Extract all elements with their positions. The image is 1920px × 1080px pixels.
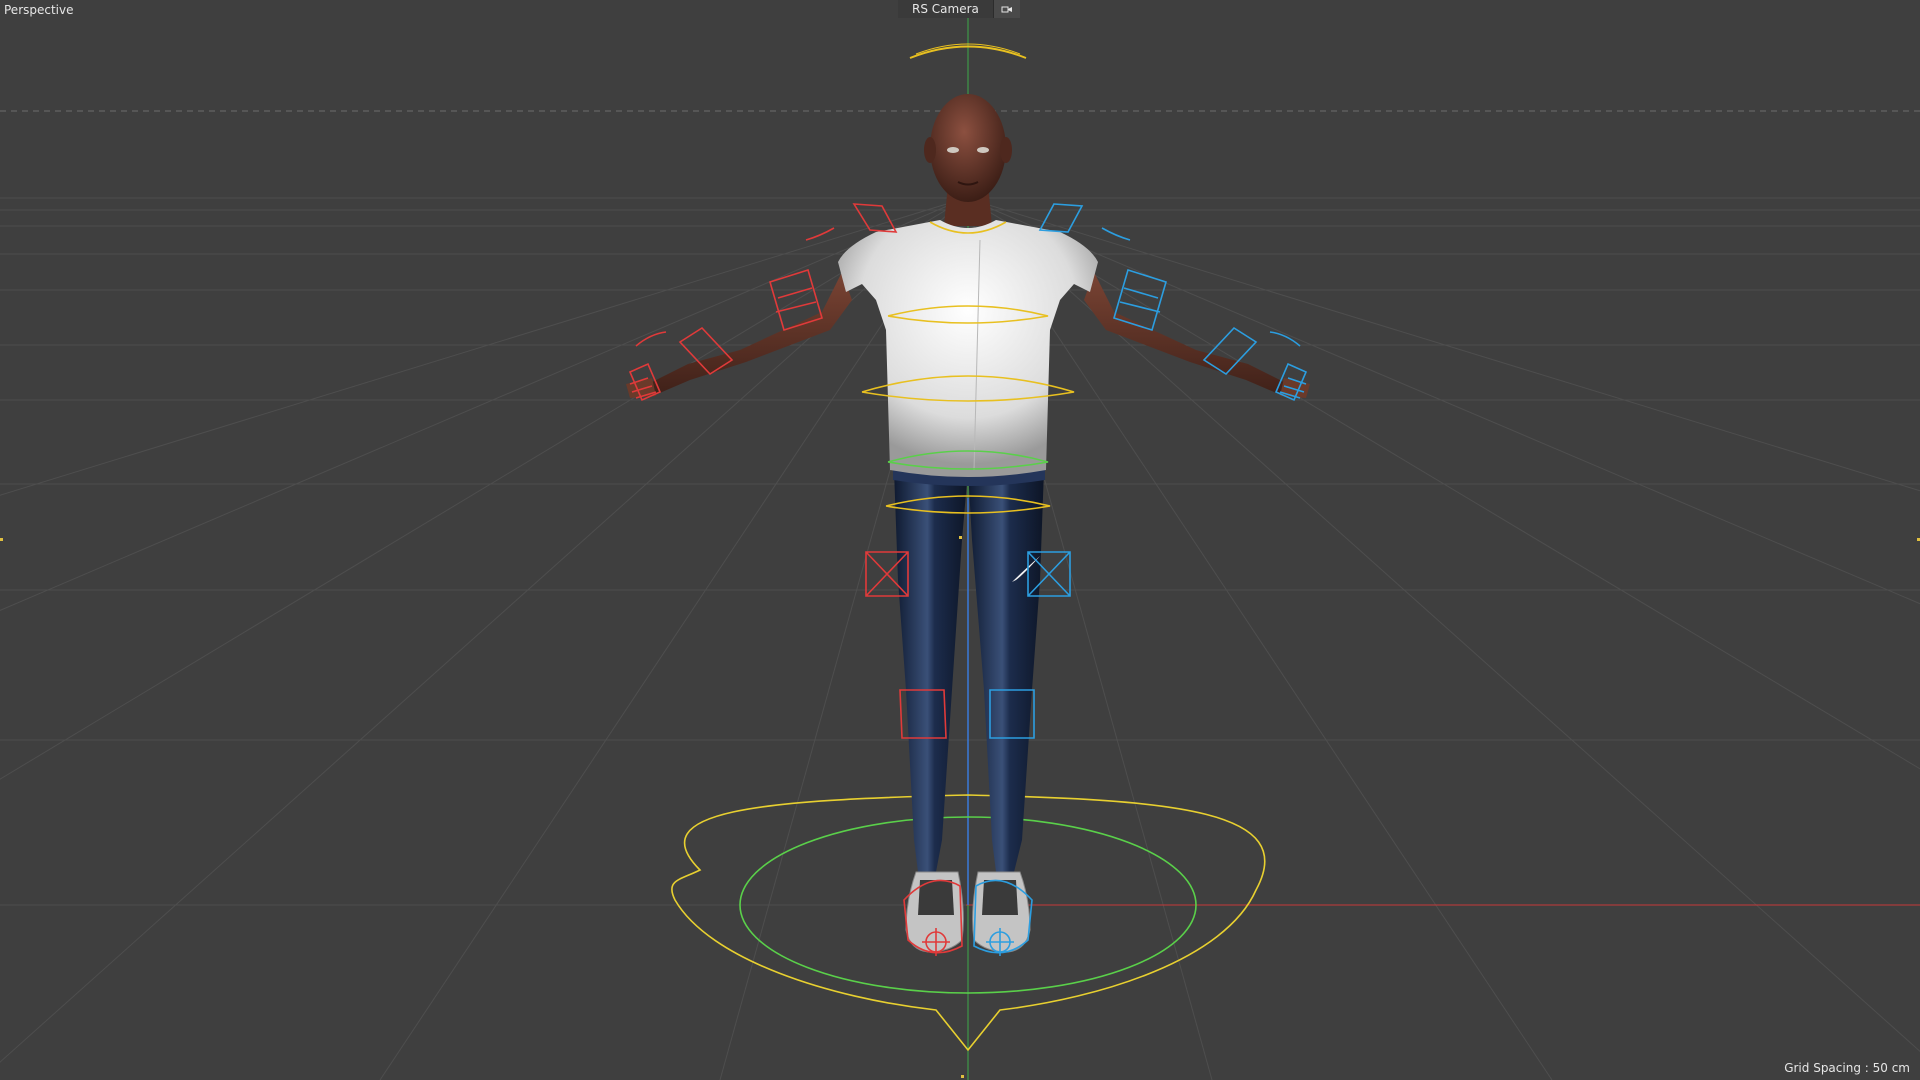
camera-options-button[interactable] [992, 0, 1020, 18]
pelvis-pivot-marker [959, 536, 962, 539]
head [930, 94, 1006, 202]
left-edge-marker [0, 538, 3, 541]
3d-viewport[interactable]: Perspective RS Camera Grid Spacing : 50 … [0, 0, 1920, 1080]
right-eye [977, 147, 989, 153]
root-pivot-marker [961, 1075, 964, 1078]
camera-selector[interactable]: RS Camera [898, 0, 1020, 18]
camera-name-label[interactable]: RS Camera [898, 0, 993, 18]
left-ear [924, 137, 936, 163]
left-eye [947, 147, 959, 153]
right-ear [1000, 137, 1012, 163]
viewport-scene[interactable] [0, 0, 1920, 1080]
view-name-label[interactable]: Perspective [4, 2, 74, 18]
camera-options-icon [1001, 6, 1012, 13]
grid-spacing-readout: Grid Spacing : 50 cm [1784, 1061, 1910, 1075]
